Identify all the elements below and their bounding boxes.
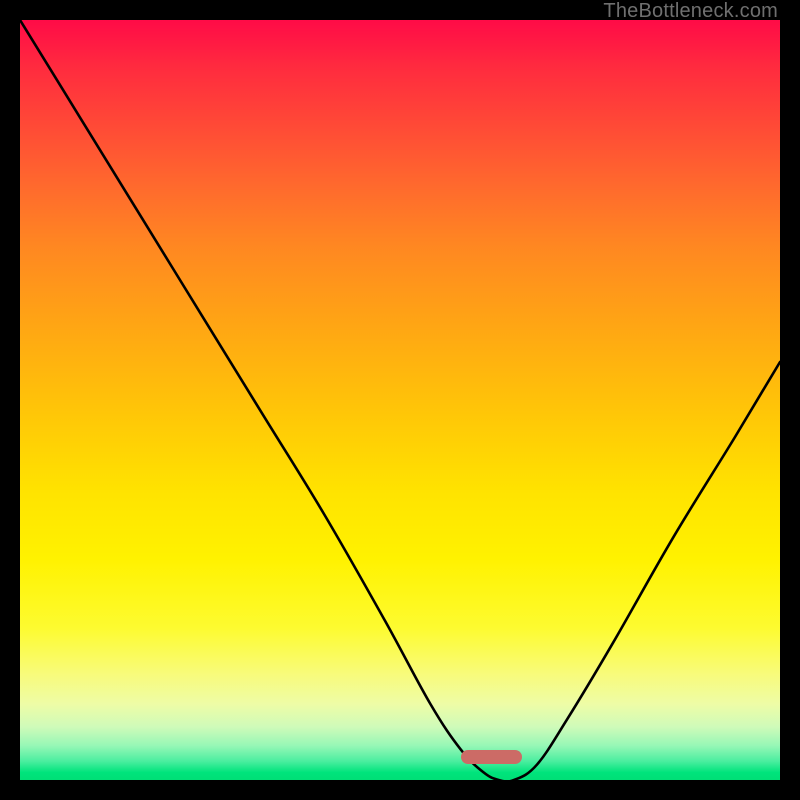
chart-frame: TheBottleneck.com xyxy=(0,0,800,800)
plot-area xyxy=(20,20,780,780)
optimal-marker xyxy=(461,750,522,764)
bottleneck-curve-line xyxy=(20,20,780,780)
curve-svg xyxy=(20,20,780,780)
